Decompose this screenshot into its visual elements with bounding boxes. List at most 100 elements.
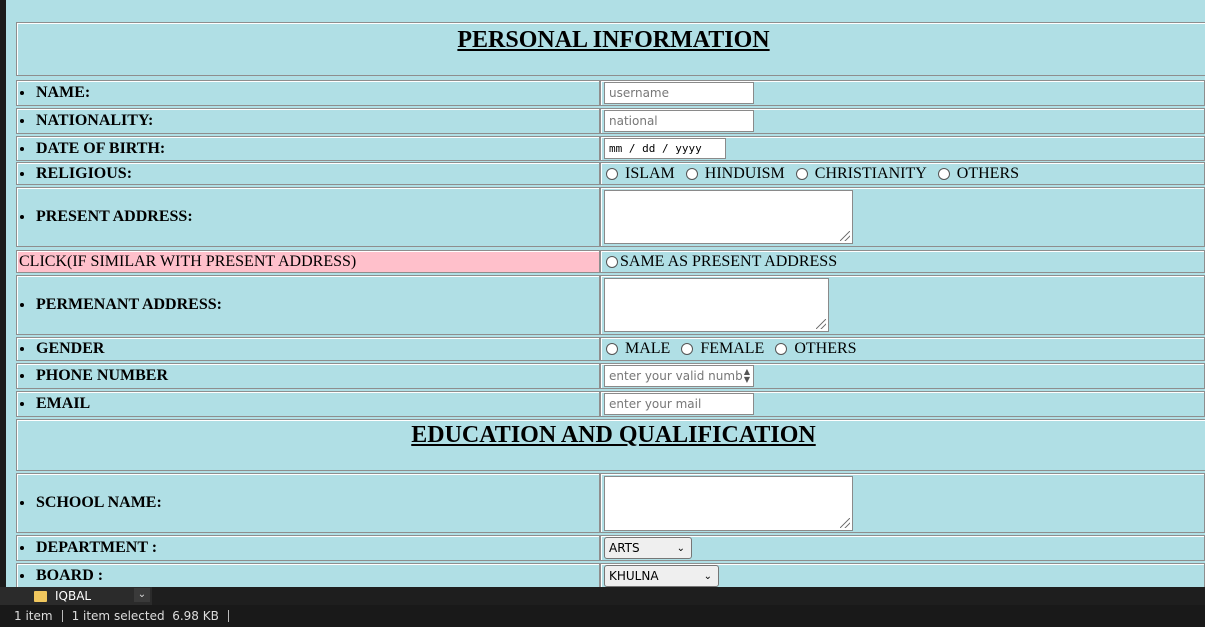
- name-label: NAME:: [36, 84, 91, 101]
- chevron-down-icon[interactable]: ⌄: [134, 588, 150, 602]
- present-address-cell: [600, 187, 1205, 247]
- same-address-label: CLICK(IF SIMILAR WITH PRESENT ADDRESS): [19, 252, 357, 270]
- dob-input[interactable]: mm / dd / yyyy: [604, 138, 726, 159]
- present-address-label-cell: PRESENT ADDRESS:: [16, 187, 600, 247]
- phone-input[interactable]: enter your valid numb ▲ ▼: [604, 365, 754, 387]
- board-label-cell: BOARD :: [16, 563, 600, 587]
- nationality-label: NATIONALITY:: [36, 112, 154, 129]
- department-select[interactable]: ARTS ⌄: [604, 537, 692, 559]
- permanent-address-label: PERMENANT ADDRESS:: [36, 296, 222, 313]
- present-address-label: PRESENT ADDRESS:: [36, 208, 193, 225]
- explorer-tab-bar: IQBAL ⌄: [0, 587, 1205, 605]
- resize-grip-icon[interactable]: [816, 319, 826, 329]
- registration-form: PERSONAL INFORMATION NAME: username NATI…: [6, 0, 1205, 587]
- name-input-cell: username: [600, 80, 1205, 106]
- school-label-cell: SCHOOL NAME:: [16, 473, 600, 533]
- same-address-option-label: SAME AS PRESENT ADDRESS: [620, 252, 838, 270]
- department-select-cell: ARTS ⌄: [600, 535, 1205, 561]
- permanent-address-cell: [600, 275, 1205, 335]
- chevron-down-icon: ⌄: [676, 542, 685, 554]
- bullet-icon: [20, 91, 24, 95]
- bullet-icon: [20, 215, 24, 219]
- status-separator: [227, 610, 229, 622]
- gender-others-radio[interactable]: [775, 343, 788, 355]
- chevron-down-icon: ⌄: [703, 570, 712, 582]
- folder-tab[interactable]: IQBAL: [0, 587, 152, 605]
- dob-label: DATE OF BIRTH:: [36, 139, 166, 157]
- email-label: EMAIL: [36, 395, 91, 412]
- nationality-input-cell: national: [600, 108, 1205, 134]
- gender-male-radio[interactable]: [606, 343, 618, 355]
- religious-options-cell: ISLAM HINDUISM CHRISTIANITY OTHERS: [600, 162, 1205, 185]
- email-label-cell: EMAIL: [16, 391, 600, 417]
- religion-others-radio[interactable]: [937, 167, 950, 180]
- same-address-radio[interactable]: [606, 255, 618, 268]
- education-title: EDUCATION AND QUALIFICATION: [411, 422, 816, 448]
- same-address-option-cell: SAME AS PRESENT ADDRESS: [600, 250, 1205, 273]
- religion-option-label: CHRISTIANITY: [814, 164, 927, 182]
- bullet-icon: [20, 546, 24, 550]
- explorer-status-bar: 1 item 1 item selected 6.98 KB: [0, 605, 1205, 627]
- religion-option-label: OTHERS: [956, 164, 1020, 182]
- permanent-address-textarea[interactable]: [604, 278, 829, 332]
- phone-label-cell: PHONE NUMBER: [16, 363, 600, 389]
- email-input[interactable]: enter your mail: [604, 393, 754, 415]
- gender-label: GENDER: [36, 340, 105, 357]
- gender-female-radio[interactable]: [681, 343, 694, 355]
- nationality-input[interactable]: national: [604, 110, 754, 132]
- phone-placeholder: enter your valid numb: [609, 369, 743, 383]
- personal-info-title: PERSONAL INFORMATION: [457, 27, 770, 53]
- permanent-address-label-cell: PERMENANT ADDRESS:: [16, 275, 600, 335]
- religion-christianity-radio[interactable]: [795, 167, 808, 180]
- religion-hinduism-radio[interactable]: [685, 167, 698, 180]
- school-name-textarea[interactable]: [604, 475, 853, 531]
- name-input[interactable]: username: [604, 82, 754, 104]
- bullet-icon: [20, 303, 24, 307]
- gender-options-cell: MALE FEMALE OTHERS: [600, 337, 1205, 361]
- folder-name: IQBAL: [55, 589, 92, 603]
- religion-islam-radio[interactable]: [606, 167, 618, 180]
- religion-option-label: HINDUISM: [704, 164, 785, 182]
- same-address-label-cell: CLICK(IF SIMILAR WITH PRESENT ADDRESS): [16, 250, 600, 273]
- board-select[interactable]: KHULNA ⌄: [604, 565, 719, 587]
- school-label: SCHOOL NAME:: [36, 494, 162, 511]
- phone-input-cell: enter your valid numb ▲ ▼: [600, 363, 1205, 389]
- gender-option-label: MALE: [625, 340, 671, 357]
- board-selected-value: KHULNA: [609, 569, 659, 583]
- nationality-label-cell: NATIONALITY:: [16, 108, 600, 134]
- name-label-cell: NAME:: [16, 80, 600, 106]
- bullet-icon: [20, 171, 24, 176]
- personal-info-heading-cell: PERSONAL INFORMATION: [16, 22, 1205, 76]
- bullet-icon: [20, 347, 24, 351]
- bullet-icon: [20, 402, 24, 406]
- department-label: DEPARTMENT :: [36, 539, 158, 556]
- bullet-icon: [20, 146, 24, 151]
- gender-label-cell: GENDER: [16, 337, 600, 361]
- bullet-icon: [20, 119, 24, 123]
- dob-input-cell: mm / dd / yyyy: [600, 136, 1205, 161]
- email-input-cell: enter your mail: [600, 391, 1205, 417]
- gender-option-label: FEMALE: [700, 340, 765, 357]
- department-label-cell: DEPARTMENT :: [16, 535, 600, 561]
- status-separator: [61, 610, 63, 622]
- selected-info: 1 item selected 6.98 KB: [71, 609, 219, 623]
- education-heading-cell: EDUCATION AND QUALIFICATION: [16, 419, 1205, 471]
- bullet-icon: [20, 574, 24, 578]
- bullet-icon: [20, 501, 24, 505]
- school-name-cell: [600, 473, 1205, 533]
- number-spinner-icon[interactable]: ▲ ▼: [744, 368, 750, 384]
- resize-grip-icon[interactable]: [840, 517, 850, 528]
- resize-grip-icon[interactable]: [840, 231, 850, 241]
- present-address-textarea[interactable]: [604, 190, 853, 244]
- board-label: BOARD :: [36, 567, 104, 584]
- folder-icon: [34, 590, 47, 602]
- phone-label: PHONE NUMBER: [36, 367, 168, 384]
- department-selected-value: ARTS: [609, 541, 640, 555]
- gender-option-label: OTHERS: [794, 340, 857, 357]
- religion-option-label: ISLAM: [625, 164, 675, 182]
- religious-label-cell: RELIGIOUS:: [16, 162, 600, 185]
- item-count: 1 item: [14, 609, 53, 623]
- bullet-icon: [20, 374, 24, 378]
- religious-label: RELIGIOUS:: [36, 164, 133, 182]
- board-select-cell: KHULNA ⌄: [600, 563, 1205, 587]
